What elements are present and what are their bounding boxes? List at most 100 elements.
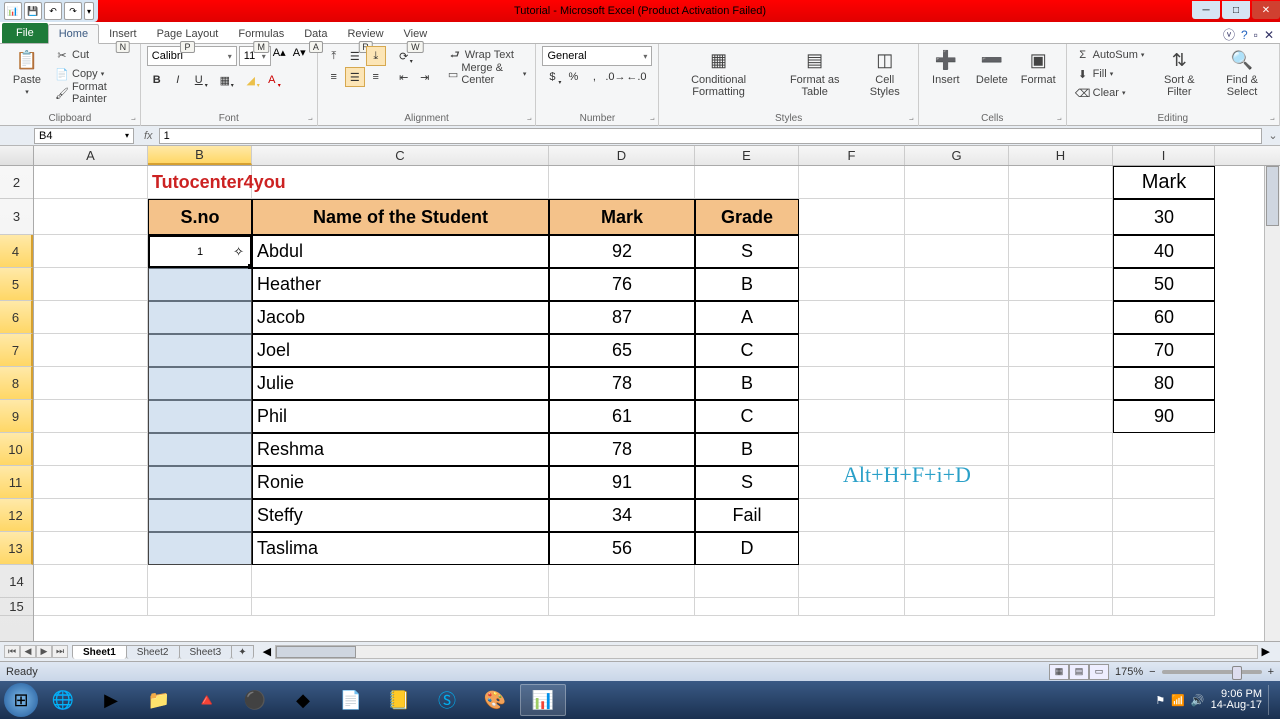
autosum-button[interactable]: ΣAutoSum▾ <box>1073 46 1148 64</box>
cell[interactable] <box>695 166 799 199</box>
percent-icon[interactable]: % <box>563 67 583 87</box>
cell[interactable] <box>799 499 905 532</box>
cell[interactable] <box>1009 166 1113 199</box>
cell[interactable] <box>799 400 905 433</box>
cell[interactable] <box>34 499 148 532</box>
align-right-icon[interactable]: ≡ <box>366 67 386 87</box>
cell[interactable] <box>799 532 905 565</box>
ribbon-options-icon[interactable]: ▫ <box>1254 28 1258 42</box>
format-painter-button[interactable]: 🖌Format Painter <box>52 84 134 102</box>
cell[interactable] <box>1009 301 1113 334</box>
increase-indent-icon[interactable]: ⇥ <box>415 67 435 87</box>
cell[interactable] <box>905 334 1009 367</box>
column-header-I[interactable]: I <box>1113 146 1215 165</box>
taskbar-obs-icon[interactable]: ⚫ <box>232 684 278 716</box>
cell-grade[interactable]: A <box>695 301 799 334</box>
cell[interactable] <box>1009 400 1113 433</box>
cell-mark[interactable]: 61 <box>549 400 695 433</box>
cell[interactable] <box>34 166 148 199</box>
file-tab[interactable]: File <box>2 23 48 43</box>
cell-name[interactable]: Taslima <box>252 532 549 565</box>
cell[interactable] <box>252 598 549 616</box>
cell[interactable] <box>905 565 1009 598</box>
cell-name[interactable]: Heather <box>252 268 549 301</box>
show-desktop-button[interactable] <box>1268 685 1276 715</box>
cell[interactable] <box>34 433 148 466</box>
cell[interactable] <box>905 367 1009 400</box>
fx-button[interactable]: fx <box>138 130 159 142</box>
minimize-ribbon-icon[interactable]: ⓥ <box>1223 26 1235 43</box>
cell[interactable] <box>34 532 148 565</box>
cell[interactable] <box>799 301 905 334</box>
cell[interactable] <box>905 532 1009 565</box>
system-tray[interactable]: ⚑ 📶 🔊 9:06 PM14-Aug-17 <box>1155 685 1276 715</box>
header-grade[interactable]: Grade <box>695 199 799 235</box>
row-header-2[interactable]: 2 <box>0 166 33 199</box>
border-button[interactable]: ▦▾ <box>215 70 235 90</box>
number-format-select[interactable]: General▾ <box>542 46 652 66</box>
cell[interactable] <box>1009 334 1113 367</box>
cell-styles-button[interactable]: ◫Cell Styles <box>858 46 912 100</box>
redo-icon[interactable]: ↷ <box>64 2 82 20</box>
column-header-B[interactable]: B <box>148 146 252 165</box>
taskbar-excel-icon[interactable]: 📊 <box>520 684 566 716</box>
row-header-13[interactable]: 13 <box>0 532 33 565</box>
cell[interactable] <box>34 334 148 367</box>
cell-name[interactable]: Steffy <box>252 499 549 532</box>
cell[interactable] <box>1009 235 1113 268</box>
cell[interactable] <box>905 166 1009 199</box>
home-tab[interactable]: Home <box>48 24 99 44</box>
vertical-scrollbar[interactable] <box>1264 166 1280 641</box>
fill-button[interactable]: ⬇Fill▾ <box>1073 65 1148 83</box>
cell[interactable] <box>252 565 549 598</box>
decrease-indent-icon[interactable]: ⇤ <box>394 67 414 87</box>
currency-icon[interactable]: $▾ <box>542 67 562 87</box>
column-header-E[interactable]: E <box>695 146 799 165</box>
cell[interactable] <box>1009 565 1113 598</box>
align-middle-icon[interactable]: ☰ <box>345 46 365 66</box>
column-header-G[interactable]: G <box>905 146 1009 165</box>
find-select-button[interactable]: 🔍Find & Select <box>1211 46 1273 100</box>
cell-grade[interactable]: C <box>695 334 799 367</box>
cell[interactable] <box>148 565 252 598</box>
taskbar-paint-icon[interactable]: 🎨 <box>472 684 518 716</box>
start-button[interactable]: ⊞ <box>4 683 38 717</box>
comma-icon[interactable]: , <box>584 67 604 87</box>
zoom-slider[interactable] <box>1162 670 1262 674</box>
taskbar-app-icon[interactable]: ◆ <box>280 684 326 716</box>
cell[interactable] <box>1113 532 1215 565</box>
increase-decimal-icon[interactable]: .0→ <box>605 67 625 87</box>
formulas-tab[interactable]: FormulasM <box>228 25 294 43</box>
excel-icon[interactable]: 📊 <box>4 2 22 20</box>
header-sno[interactable]: S.no <box>148 199 252 235</box>
horizontal-scrollbar[interactable]: ◀▶ <box>259 645 1274 659</box>
cell-mark[interactable]: 87 <box>549 301 695 334</box>
taskbar-skype-icon[interactable]: Ⓢ <box>424 684 470 716</box>
page-layout-view-icon[interactable]: ▤ <box>1069 664 1089 680</box>
column-header-H[interactable]: H <box>1009 146 1113 165</box>
clear-button[interactable]: ⌫Clear▾ <box>1073 84 1148 102</box>
header-mark[interactable]: Mark <box>549 199 695 235</box>
cell[interactable] <box>34 367 148 400</box>
marks-cell[interactable]: 40 <box>1113 235 1215 268</box>
cell[interactable] <box>34 400 148 433</box>
cell-mark[interactable]: 78 <box>549 367 695 400</box>
workbook-close-icon[interactable]: ✕ <box>1264 28 1274 42</box>
cell[interactable] <box>1009 598 1113 616</box>
column-header-C[interactable]: C <box>252 146 549 165</box>
align-top-icon[interactable]: ⤒ <box>324 46 344 66</box>
cell-mark[interactable]: 76 <box>549 268 695 301</box>
cell[interactable] <box>1009 532 1113 565</box>
taskbar-explorer-icon[interactable]: 📁 <box>136 684 182 716</box>
column-header-A[interactable]: A <box>34 146 148 165</box>
cell-grade[interactable]: Fail <box>695 499 799 532</box>
zoom-level[interactable]: 175% <box>1115 666 1143 678</box>
cell[interactable] <box>549 166 695 199</box>
row-header-11[interactable]: 11 <box>0 466 33 499</box>
cell[interactable] <box>148 598 252 616</box>
normal-view-icon[interactable]: ▦ <box>1049 664 1069 680</box>
header-name[interactable]: Name of the Student <box>252 199 549 235</box>
cell[interactable] <box>34 268 148 301</box>
cell[interactable] <box>1113 565 1215 598</box>
marks-cell[interactable]: 80 <box>1113 367 1215 400</box>
